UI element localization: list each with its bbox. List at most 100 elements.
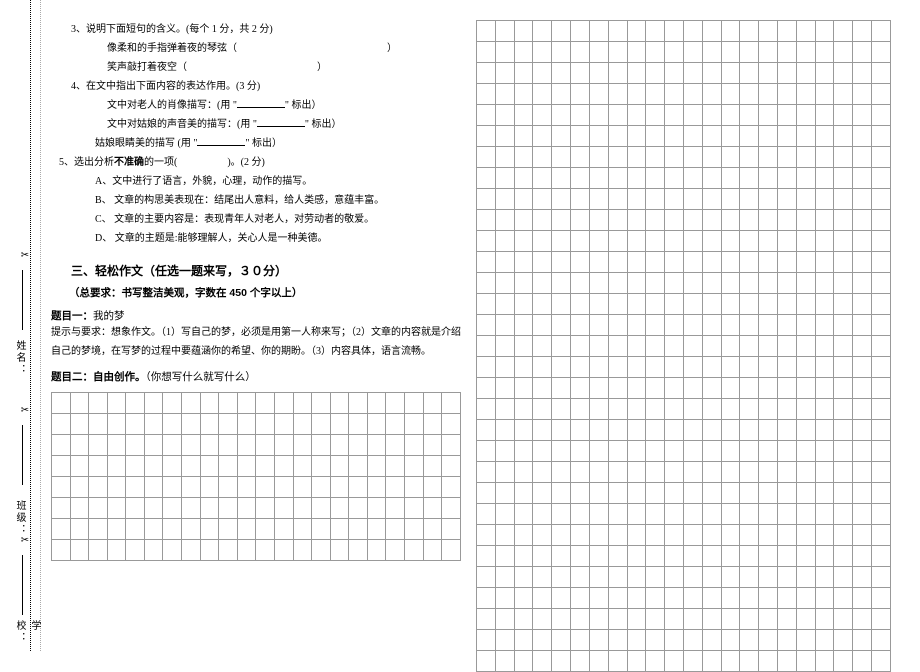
writing-cell[interactable] bbox=[815, 189, 834, 210]
writing-cell[interactable] bbox=[423, 456, 442, 477]
writing-cell[interactable] bbox=[627, 651, 646, 672]
writing-cell[interactable] bbox=[834, 294, 853, 315]
writing-cell[interactable] bbox=[589, 357, 608, 378]
writing-cell[interactable] bbox=[367, 498, 386, 519]
writing-cell[interactable] bbox=[853, 147, 872, 168]
writing-cell[interactable] bbox=[740, 504, 759, 525]
writing-cell[interactable] bbox=[815, 336, 834, 357]
writing-cell[interactable] bbox=[665, 546, 684, 567]
writing-cell[interactable] bbox=[834, 42, 853, 63]
writing-cell[interactable] bbox=[683, 252, 702, 273]
writing-cell[interactable] bbox=[665, 105, 684, 126]
writing-cell[interactable] bbox=[589, 105, 608, 126]
writing-cell[interactable] bbox=[495, 84, 514, 105]
writing-cell[interactable] bbox=[477, 231, 496, 252]
writing-cell[interactable] bbox=[759, 336, 778, 357]
writing-cell[interactable] bbox=[627, 294, 646, 315]
writing-cell[interactable] bbox=[552, 567, 571, 588]
writing-cell[interactable] bbox=[721, 252, 740, 273]
writing-cell[interactable] bbox=[367, 477, 386, 498]
writing-cell[interactable] bbox=[853, 630, 872, 651]
writing-cell[interactable] bbox=[107, 435, 126, 456]
writing-cell[interactable] bbox=[571, 399, 590, 420]
writing-cell[interactable] bbox=[683, 84, 702, 105]
writing-cell[interactable] bbox=[778, 252, 797, 273]
writing-cell[interactable] bbox=[589, 462, 608, 483]
writing-cell[interactable] bbox=[589, 651, 608, 672]
writing-cell[interactable] bbox=[312, 519, 331, 540]
writing-cell[interactable] bbox=[608, 168, 627, 189]
writing-cell[interactable] bbox=[404, 519, 423, 540]
writing-cell[interactable] bbox=[796, 84, 815, 105]
writing-cell[interactable] bbox=[702, 42, 721, 63]
writing-cell[interactable] bbox=[495, 462, 514, 483]
writing-cell[interactable] bbox=[514, 483, 533, 504]
writing-cell[interactable] bbox=[665, 462, 684, 483]
writing-cell[interactable] bbox=[853, 210, 872, 231]
writing-cell[interactable] bbox=[853, 609, 872, 630]
writing-cell[interactable] bbox=[404, 435, 423, 456]
writing-cell[interactable] bbox=[163, 519, 182, 540]
writing-cell[interactable] bbox=[834, 147, 853, 168]
writing-cell[interactable] bbox=[759, 483, 778, 504]
writing-cell[interactable] bbox=[552, 273, 571, 294]
writing-cell[interactable] bbox=[589, 567, 608, 588]
writing-cell[interactable] bbox=[759, 210, 778, 231]
writing-cell[interactable] bbox=[495, 21, 514, 42]
writing-cell[interactable] bbox=[778, 567, 797, 588]
writing-cell[interactable] bbox=[533, 189, 552, 210]
writing-cell[interactable] bbox=[627, 504, 646, 525]
writing-cell[interactable] bbox=[721, 609, 740, 630]
writing-cell[interactable] bbox=[759, 567, 778, 588]
writing-cell[interactable] bbox=[646, 147, 665, 168]
writing-cell[interactable] bbox=[126, 414, 145, 435]
writing-cell[interactable] bbox=[182, 477, 201, 498]
writing-cell[interactable] bbox=[759, 504, 778, 525]
writing-cell[interactable] bbox=[182, 414, 201, 435]
writing-cell[interactable] bbox=[89, 393, 108, 414]
writing-cell[interactable] bbox=[872, 147, 891, 168]
writing-cell[interactable] bbox=[589, 399, 608, 420]
writing-cell[interactable] bbox=[796, 189, 815, 210]
writing-cell[interactable] bbox=[815, 651, 834, 672]
writing-cell[interactable] bbox=[293, 456, 312, 477]
writing-cell[interactable] bbox=[349, 414, 368, 435]
writing-cell[interactable] bbox=[872, 588, 891, 609]
writing-cell[interactable] bbox=[683, 504, 702, 525]
writing-cell[interactable] bbox=[514, 126, 533, 147]
writing-cell[interactable] bbox=[495, 483, 514, 504]
writing-cell[interactable] bbox=[778, 420, 797, 441]
writing-cell[interactable] bbox=[665, 63, 684, 84]
writing-cell[interactable] bbox=[126, 498, 145, 519]
writing-cell[interactable] bbox=[442, 540, 461, 561]
writing-cell[interactable] bbox=[665, 252, 684, 273]
writing-cell[interactable] bbox=[312, 498, 331, 519]
writing-cell[interactable] bbox=[740, 42, 759, 63]
writing-cell[interactable] bbox=[646, 252, 665, 273]
writing-cell[interactable] bbox=[740, 126, 759, 147]
writing-cell[interactable] bbox=[665, 357, 684, 378]
writing-cell[interactable] bbox=[589, 147, 608, 168]
writing-cell[interactable] bbox=[740, 609, 759, 630]
writing-cell[interactable] bbox=[477, 147, 496, 168]
writing-cell[interactable] bbox=[571, 567, 590, 588]
writing-cell[interactable] bbox=[872, 126, 891, 147]
writing-cell[interactable] bbox=[721, 21, 740, 42]
writing-cell[interactable] bbox=[571, 126, 590, 147]
writing-cell[interactable] bbox=[646, 210, 665, 231]
writing-cell[interactable] bbox=[665, 210, 684, 231]
writing-cell[interactable] bbox=[477, 168, 496, 189]
writing-cell[interactable] bbox=[386, 540, 405, 561]
writing-cell[interactable] bbox=[144, 540, 163, 561]
writing-cell[interactable] bbox=[872, 231, 891, 252]
writing-cell[interactable] bbox=[778, 651, 797, 672]
writing-cell[interactable] bbox=[495, 42, 514, 63]
writing-cell[interactable] bbox=[293, 477, 312, 498]
writing-cell[interactable] bbox=[872, 525, 891, 546]
writing-cell[interactable] bbox=[589, 84, 608, 105]
writing-cell[interactable] bbox=[533, 567, 552, 588]
writing-cell[interactable] bbox=[589, 420, 608, 441]
writing-cell[interactable] bbox=[872, 210, 891, 231]
writing-cell[interactable] bbox=[404, 540, 423, 561]
writing-cell[interactable] bbox=[533, 252, 552, 273]
